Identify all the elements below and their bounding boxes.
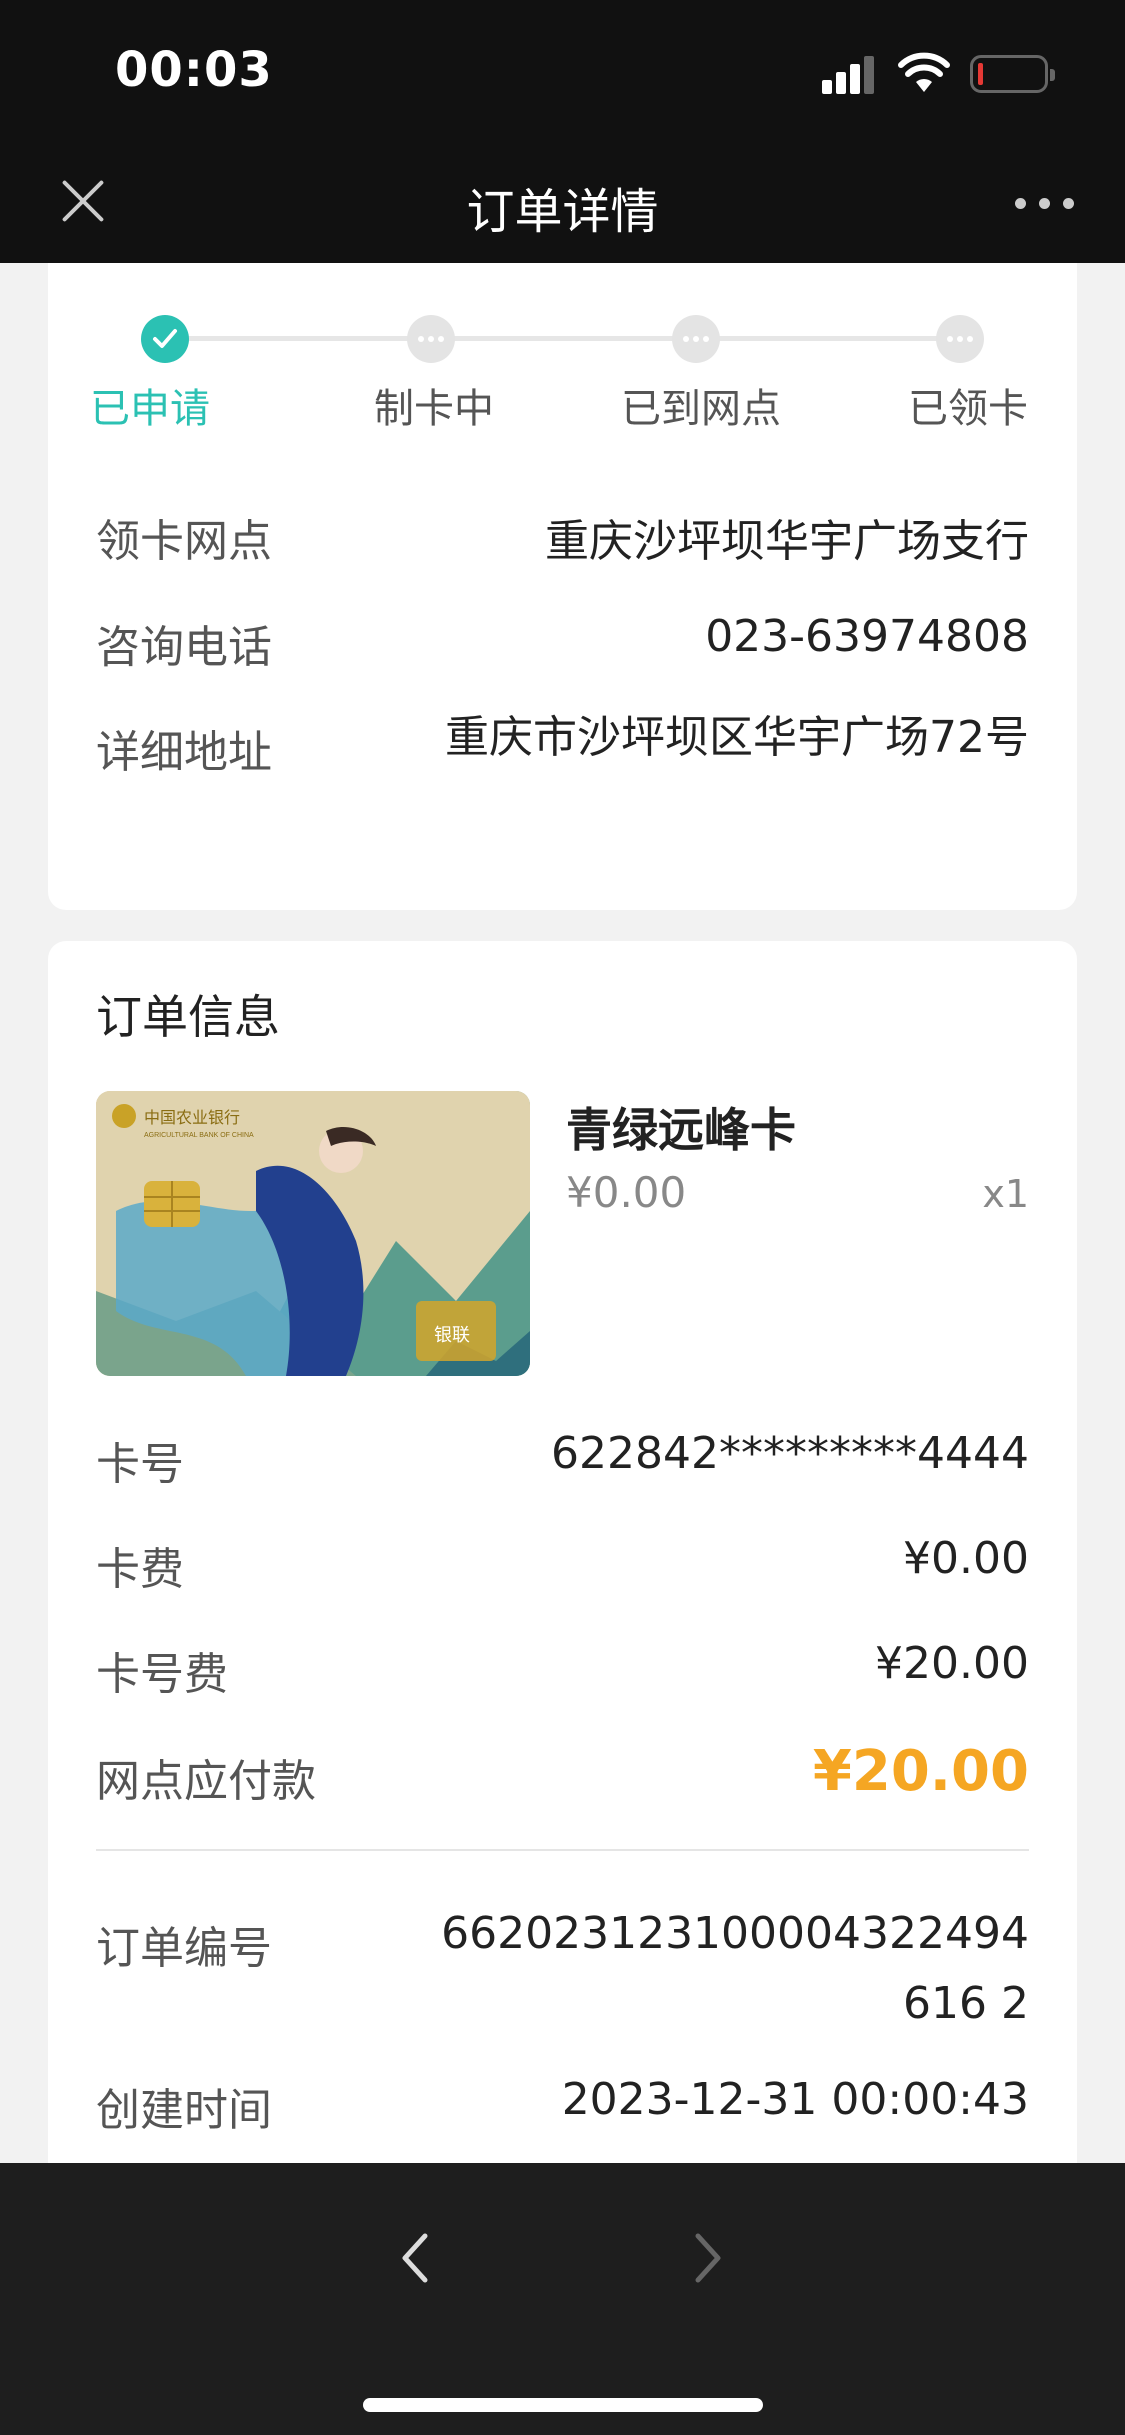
card-bank-name: 中国农业银行: [144, 1109, 240, 1127]
status-time: 00:03: [115, 42, 273, 98]
card-number-label: 卡号: [96, 1439, 184, 1490]
card-fee-label: 卡费: [96, 1544, 184, 1595]
wifi-icon: [898, 52, 950, 92]
order-card: 订单信息 中国农业银行 AGRICULTURAL BANK OF CHINA 银…: [48, 941, 1077, 2163]
battery-icon: [970, 55, 1055, 93]
card-bank-name-en: AGRICULTURAL BANK OF CHINA: [144, 1132, 254, 1139]
step-label-making: 制卡中: [374, 386, 494, 432]
nav-bar: 订单详情: [0, 150, 1125, 263]
bottom-toolbar: [0, 2163, 1125, 2435]
branch-label: 领卡网点: [96, 516, 272, 567]
branch-value: 重庆沙坪坝华宇广场支行: [545, 516, 1029, 567]
cellular-signal-icon: [822, 56, 880, 94]
step-done-icon: [141, 315, 189, 363]
divider: [96, 1849, 1029, 1851]
forward-arrow-icon[interactable]: [688, 2228, 728, 2288]
page-title: 订单详情: [466, 184, 659, 240]
payable-amount: ¥20.00: [812, 1739, 1029, 1804]
back-arrow-icon[interactable]: [395, 2228, 435, 2288]
payable-label: 网点应付款: [96, 1756, 316, 1807]
product-name: 青绿远峰卡: [566, 1103, 796, 1157]
number-fee-value: ¥20.00: [875, 1638, 1029, 1689]
section-title: 订单信息: [96, 990, 280, 1044]
address-label: 详细地址: [96, 727, 272, 778]
step-pending-icon: [936, 315, 984, 363]
home-indicator[interactable]: [363, 2398, 763, 2412]
step-pending-icon: [672, 315, 720, 363]
phone-label: 咨询电话: [96, 622, 272, 673]
product-price: ¥0.00: [566, 1168, 687, 1217]
page-content[interactable]: 已申请 制卡中 已到网点 已领卡 领卡网点 重庆沙坪坝华宇广场支行 咨询电话 0…: [0, 263, 1125, 2163]
more-icon[interactable]: [1015, 192, 1075, 212]
step-label-applied: 已申请: [90, 386, 210, 432]
created-time-label: 创建时间: [96, 2085, 272, 2136]
card-network-name: 银联: [434, 1325, 470, 1346]
status-bar: 00:03: [0, 0, 1125, 150]
address-value: 重庆市沙坪坝区华宇广场72号: [445, 712, 1029, 763]
card-number-value: 622842*********4444: [551, 1428, 1029, 1479]
progress-line: [166, 336, 964, 341]
step-label-collected: 已领卡: [908, 386, 1028, 432]
order-number-value: 662023123100004322494616 2: [441, 1908, 1029, 2029]
branch-card: 已申请 制卡中 已到网点 已领卡 领卡网点 重庆沙坪坝华宇广场支行 咨询电话 0…: [48, 263, 1077, 910]
phone-value[interactable]: 023-63974808: [705, 611, 1029, 662]
order-number-label: 订单编号: [96, 1923, 272, 1974]
step-label-arrived: 已到网点: [621, 386, 781, 432]
product-qty: x1: [982, 1172, 1029, 1216]
card-fee-value: ¥0.00: [903, 1533, 1029, 1584]
number-fee-label: 卡号费: [96, 1649, 228, 1700]
step-pending-icon: [407, 315, 455, 363]
created-time-value: 2023-12-31 00:00:43: [561, 2074, 1029, 2125]
payable-row: 网点应付款 ¥20.00: [96, 1739, 1029, 1809]
card-image: 中国农业银行 AGRICULTURAL BANK OF CHINA 银联: [96, 1091, 530, 1376]
